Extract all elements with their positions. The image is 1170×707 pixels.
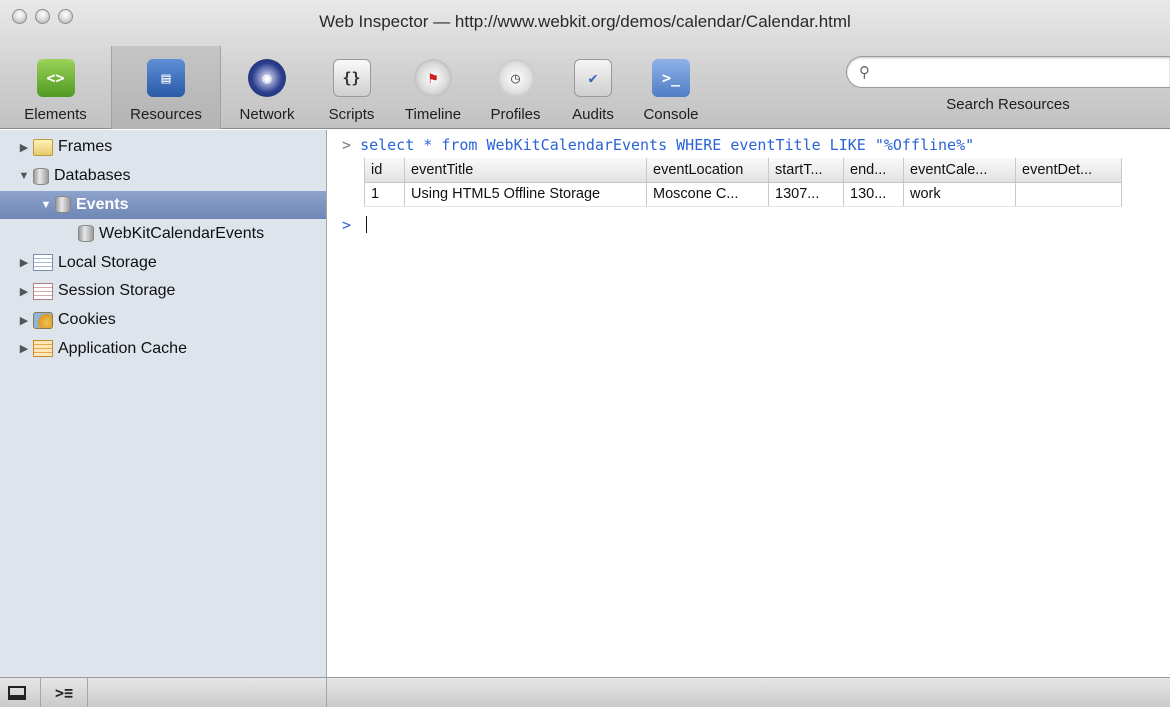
- sidebar-item-frames[interactable]: ▶ Frames: [0, 133, 326, 162]
- table-cell: 1307...: [768, 182, 844, 207]
- sidebar-item-webkitcalendarevents[interactable]: WebKitCalendarEvents: [0, 219, 326, 248]
- resources-icon: ▤: [147, 59, 185, 97]
- status-bar: >≡: [0, 677, 1170, 707]
- toolbar-scripts-label: Scripts: [328, 106, 375, 123]
- sidebar-item-application-cache[interactable]: ▶ Application Cache: [0, 335, 326, 364]
- text-cursor: [366, 216, 367, 233]
- column-header[interactable]: end...: [843, 158, 904, 183]
- sidebar-item-label: Frames: [58, 138, 113, 156]
- divider: [40, 678, 41, 707]
- dock-to-main-window-icon[interactable]: [8, 685, 26, 700]
- toolbar-audits[interactable]: ✔ Audits: [555, 46, 631, 129]
- sidebar-item-label: WebKitCalendarEvents: [99, 224, 265, 242]
- database-icon: [33, 167, 49, 185]
- scripts-icon: {}: [332, 59, 371, 97]
- database-table-icon: [78, 225, 94, 243]
- title-toolbar-area: Web Inspector — http://www.webkit.org/de…: [0, 0, 1170, 129]
- prompt-chevron-icon: >: [342, 136, 352, 154]
- search-icon: ⚲: [859, 64, 870, 81]
- sidebar-item-cookies[interactable]: ▶ Cookies: [0, 306, 326, 335]
- app-cache-icon: [33, 340, 53, 358]
- sidebar-item-label: Events: [76, 195, 129, 213]
- toolbar-scripts[interactable]: {} Scripts: [313, 46, 390, 129]
- sidebar-item-databases[interactable]: ▼ Databases: [0, 162, 326, 191]
- disclosure-triangle-icon[interactable]: ▼: [18, 170, 30, 182]
- query-history-line: > select * from WebKitCalendarEvents WHE…: [342, 136, 974, 154]
- sidebar-item-label: Databases: [54, 167, 131, 185]
- local-storage-icon: [33, 254, 53, 272]
- toolbar-timeline[interactable]: ⚑ Timeline: [390, 46, 476, 129]
- toolbar-resources-label: Resources: [130, 106, 202, 123]
- show-console-icon[interactable]: >≡: [55, 684, 73, 702]
- sidebar-item-label: Local Storage: [58, 253, 157, 271]
- web-inspector-window: Web Inspector — http://www.webkit.org/de…: [0, 0, 1170, 707]
- column-header[interactable]: eventTitle: [404, 158, 647, 183]
- sidebar-item-local-storage[interactable]: ▶ Local Storage: [0, 248, 326, 277]
- table-cell: Moscone C...: [646, 182, 769, 207]
- toolbar-network[interactable]: ◉ Network: [221, 46, 313, 129]
- toolbar-console-label: Console: [643, 106, 699, 123]
- divider: [87, 678, 89, 707]
- query-text: select * from WebKitCalendarEvents WHERE…: [360, 136, 975, 154]
- inspector-toolbar: <> Elements ▤ Resources ◉ Network {} Scr…: [0, 46, 711, 129]
- table-cell: work: [903, 182, 1016, 207]
- toolbar-console[interactable]: >_ Console: [631, 46, 711, 129]
- timeline-icon: ⚑: [414, 59, 452, 97]
- toolbar-profiles[interactable]: ◷ Profiles: [476, 46, 555, 129]
- sidebar-item-events[interactable]: ▼ Events: [0, 190, 326, 220]
- disclosure-triangle-icon[interactable]: ▶: [18, 342, 30, 355]
- table-cell: 1: [364, 182, 405, 207]
- table-row: 1 Using HTML5 Offline Storage Moscone C.…: [364, 182, 1122, 207]
- column-header[interactable]: eventLocation: [646, 158, 769, 183]
- query-result-table: id eventTitle eventLocation startT... en…: [364, 158, 1122, 207]
- toolbar-profiles-label: Profiles: [490, 106, 541, 123]
- folder-icon: [33, 138, 53, 156]
- database-query-console[interactable]: > select * from WebKitCalendarEvents WHE…: [328, 130, 1170, 677]
- disclosure-triangle-icon[interactable]: ▼: [40, 199, 52, 211]
- status-bar-controls: >≡: [0, 678, 327, 707]
- cookie-icon: [33, 311, 53, 329]
- window-title: Web Inspector — http://www.webkit.org/de…: [319, 12, 851, 31]
- toolbar-audits-label: Audits: [572, 106, 614, 123]
- search-input[interactable]: [876, 64, 1156, 80]
- column-header[interactable]: startT...: [768, 158, 844, 183]
- search-label: Search Resources: [946, 96, 1070, 113]
- toolbar-network-label: Network: [239, 106, 295, 123]
- toolbar-timeline-label: Timeline: [404, 106, 462, 123]
- console-input-line[interactable]: >: [342, 216, 351, 234]
- sidebar-item-label: Session Storage: [58, 282, 176, 300]
- resources-sidebar: ▶ Frames ▼ Databases ▼ Events WebKitCale…: [0, 130, 327, 677]
- table-cell: [1015, 182, 1122, 207]
- input-prompt-chevron-icon: >: [342, 216, 352, 234]
- profiles-icon: ◷: [496, 59, 535, 97]
- sidebar-item-label: Application Cache: [58, 339, 187, 357]
- table-cell: 130...: [843, 182, 904, 207]
- sidebar-item-label: Cookies: [58, 311, 116, 329]
- column-header[interactable]: eventDet...: [1015, 158, 1122, 183]
- disclosure-triangle-icon[interactable]: ▶: [18, 141, 30, 154]
- toolbar-resources[interactable]: ▤ Resources: [111, 46, 221, 129]
- disclosure-triangle-icon[interactable]: ▶: [18, 256, 30, 269]
- column-header[interactable]: eventCale...: [903, 158, 1016, 183]
- column-header[interactable]: id: [364, 158, 405, 183]
- sidebar-item-session-storage[interactable]: ▶ Session Storage: [0, 277, 326, 306]
- disclosure-triangle-icon[interactable]: ▶: [18, 314, 30, 327]
- database-icon: [55, 196, 71, 214]
- audits-icon: ✔: [574, 59, 612, 97]
- console-icon: >_: [652, 59, 690, 97]
- toolbar-elements[interactable]: <> Elements: [0, 46, 111, 129]
- disclosure-triangle-icon[interactable]: ▶: [18, 285, 30, 298]
- table-cell: Using HTML5 Offline Storage: [404, 182, 647, 207]
- search-field[interactable]: ⚲: [846, 56, 1170, 88]
- result-header-row: id eventTitle eventLocation startT... en…: [364, 158, 1122, 183]
- toolbar-elements-label: Elements: [24, 106, 87, 123]
- elements-icon: <>: [36, 59, 75, 97]
- session-storage-icon: [33, 282, 53, 300]
- network-icon: ◉: [248, 59, 286, 97]
